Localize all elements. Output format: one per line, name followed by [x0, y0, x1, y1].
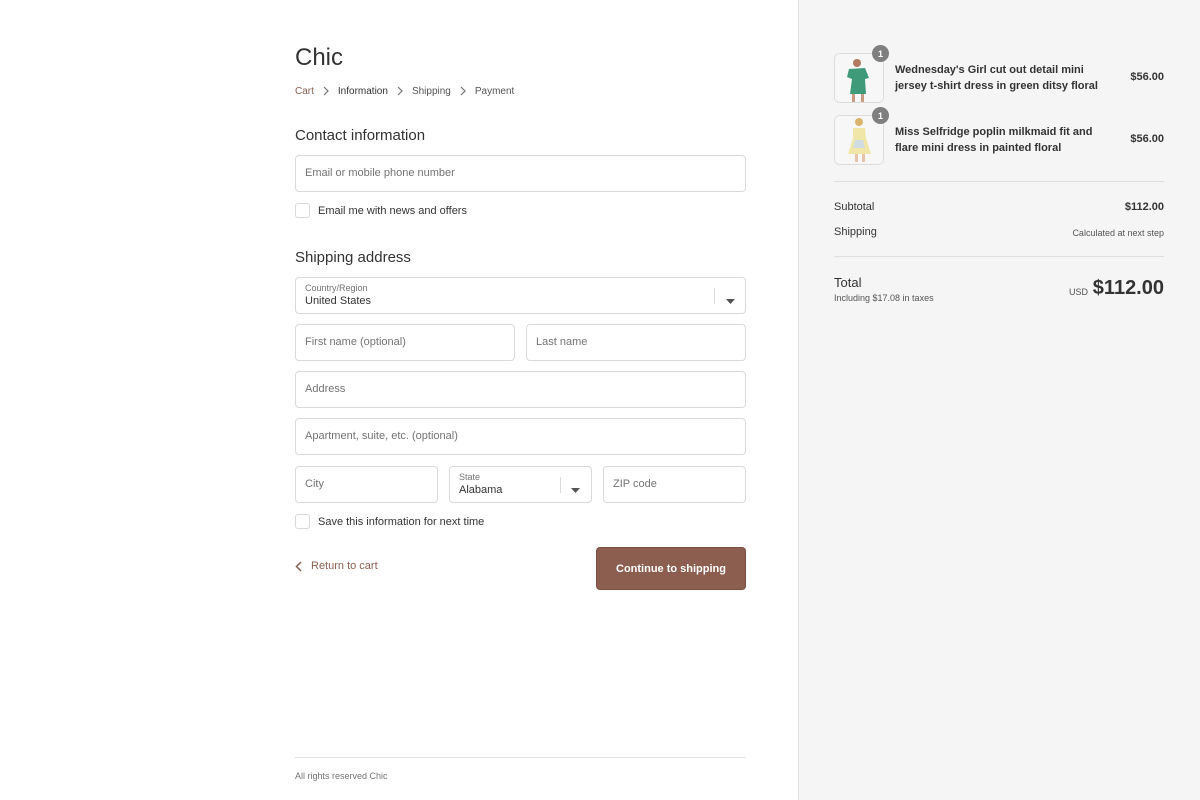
tax-note: Including $17.08 in taxes: [834, 293, 934, 303]
apartment-placeholder: Apartment, suite, etc. (optional): [305, 430, 458, 442]
newsletter-checkbox[interactable]: [295, 203, 310, 218]
subtotal-label: Subtotal: [834, 201, 875, 213]
first-name-placeholder: First name (optional): [305, 336, 406, 348]
last-name-placeholder: Last name: [536, 336, 588, 348]
save-info-checkbox-row[interactable]: Save this information for next time: [295, 514, 484, 529]
chevron-down-icon: [571, 481, 580, 499]
newsletter-checkbox-row[interactable]: Email me with news and offers: [295, 203, 467, 218]
product-name: Wednesday's Girl cut out detail mini jer…: [895, 64, 1098, 92]
quantity-badge: 1: [872, 107, 889, 124]
chevron-right-icon: [451, 85, 475, 97]
subtotal-value: $112.00: [1124, 201, 1164, 213]
continue-to-shipping-button[interactable]: Continue to shipping: [596, 547, 746, 590]
select-divider: [714, 288, 715, 304]
shipping-value: Calculated at next step: [1072, 228, 1164, 238]
order-summary-sidebar: 1 Wednesday's Girl cut out detail mini j…: [798, 0, 1200, 800]
shipping-label: Shipping: [834, 226, 877, 238]
chevron-down-icon: [726, 292, 735, 310]
chevron-right-icon: [388, 85, 412, 97]
state-value: Alabama: [459, 484, 503, 496]
breadcrumb-information: Information: [337, 85, 388, 97]
summary-divider: [834, 256, 1164, 257]
contact-information-title: Contact information: [295, 127, 426, 144]
last-name-field[interactable]: Last name: [526, 324, 746, 361]
country-label: Country/Region: [305, 283, 368, 293]
currency-code: USD: [1068, 287, 1088, 297]
list-item: 1 Wednesday's Girl cut out detail mini j…: [834, 45, 1164, 103]
shop-name[interactable]: Chic: [295, 44, 343, 72]
shipping-address-title: Shipping address: [295, 249, 411, 266]
city-field[interactable]: City: [295, 466, 438, 503]
breadcrumb: Cart Information Shipping Payment: [295, 85, 514, 97]
save-info-label: Save this information for next time: [318, 515, 485, 528]
footer-divider: [295, 757, 746, 758]
newsletter-label: Email me with news and offers: [318, 204, 467, 217]
product-price: $56.00: [1130, 71, 1164, 83]
country-value: United States: [305, 295, 372, 307]
zip-field[interactable]: ZIP code: [603, 466, 746, 503]
apartment-field[interactable]: Apartment, suite, etc. (optional): [295, 418, 746, 455]
email-field[interactable]: Email or mobile phone number: [295, 155, 746, 192]
quantity-badge: 1: [872, 45, 889, 62]
zip-placeholder: ZIP code: [613, 478, 657, 490]
product-name: Miss Selfridge poplin milkmaid fit and f…: [895, 126, 1093, 154]
checkout-main: Chic Cart Information Shipping Payment C…: [0, 0, 798, 800]
breadcrumb-cart[interactable]: Cart: [295, 86, 314, 97]
product-price: $56.00: [1130, 133, 1164, 145]
breadcrumb-shipping: Shipping: [411, 85, 451, 97]
breadcrumb-payment: Payment: [474, 85, 515, 97]
address-placeholder: Address: [305, 383, 346, 395]
state-label: State: [459, 472, 481, 482]
total-label: Total: [834, 275, 862, 290]
total-amount: $112.00: [1092, 277, 1164, 299]
return-to-cart-label: Return to cart: [311, 560, 378, 572]
country-select[interactable]: Country/Region United States: [295, 277, 746, 314]
city-placeholder: City: [305, 478, 324, 490]
first-name-field[interactable]: First name (optional): [295, 324, 515, 361]
chevron-left-icon: [295, 560, 302, 572]
email-placeholder: Email or mobile phone number: [305, 167, 455, 179]
state-select[interactable]: State Alabama: [449, 466, 592, 503]
address-field[interactable]: Address: [295, 371, 746, 408]
summary-divider: [834, 181, 1164, 182]
list-item: 1 Miss Selfridge poplin milkmaid fit and…: [834, 107, 1164, 165]
select-divider: [560, 477, 561, 493]
save-info-checkbox[interactable]: [295, 514, 310, 529]
chevron-right-icon: [314, 85, 338, 97]
footer-text: All rights reserved Chic: [295, 771, 388, 781]
return-to-cart-link[interactable]: Return to cart: [295, 560, 378, 572]
